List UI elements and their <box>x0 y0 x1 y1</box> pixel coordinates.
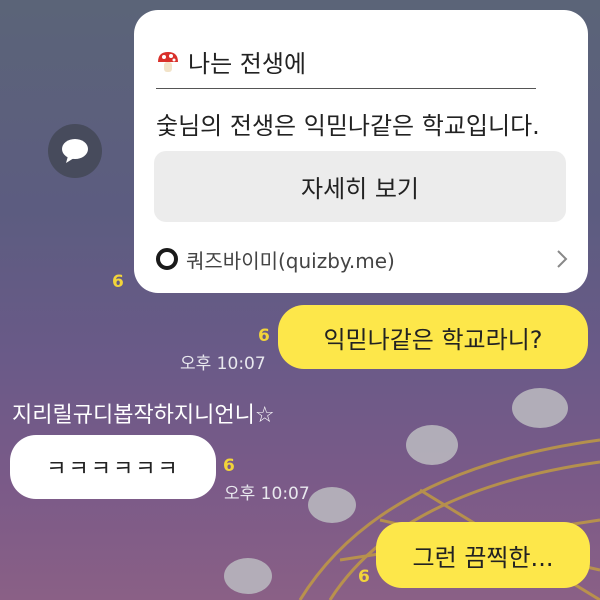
unread-count: 6 <box>258 326 270 346</box>
mushroom-icon <box>158 51 178 72</box>
outgoing-message-bubble[interactable]: 익믿나같은 학교라니? <box>278 305 588 369</box>
card-title: 나는 전생에 <box>156 44 306 79</box>
chat-icon[interactable] <box>48 124 102 178</box>
message-time: 오후 10:07 <box>180 354 266 374</box>
card-source-link[interactable]: 쿼즈바이미(quizby.me) <box>156 244 570 274</box>
chevron-right-icon <box>557 250 568 268</box>
card-divider <box>156 88 536 89</box>
message-time: 오후 10:07 <box>224 484 310 504</box>
card-description: 숯님의 전생은 익믿나같은 학교입니다. <box>156 112 540 140</box>
incoming-message-bubble[interactable]: ㅋㅋㅋㅋㅋㅋ <box>10 435 216 499</box>
unread-count: 6 <box>358 567 370 587</box>
card-title-text: 나는 전생에 <box>188 50 307 78</box>
sender-name: 지리릴규디봅작하지니언니☆ <box>12 403 275 428</box>
unread-count: 6 <box>112 272 124 292</box>
detail-button[interactable]: 자세히 보기 <box>154 151 566 222</box>
card-source-text: 쿼즈바이미(quizby.me) <box>186 248 395 273</box>
outgoing-message-bubble[interactable]: 그런 끔찍한... <box>376 522 590 588</box>
quizby-logo-icon <box>156 248 178 270</box>
unread-count: 6 <box>223 456 235 476</box>
quiz-result-card[interactable]: 나는 전생에 숯님의 전생은 익믿나같은 학교입니다. 자세히 보기 쿼즈바이미… <box>134 10 588 293</box>
